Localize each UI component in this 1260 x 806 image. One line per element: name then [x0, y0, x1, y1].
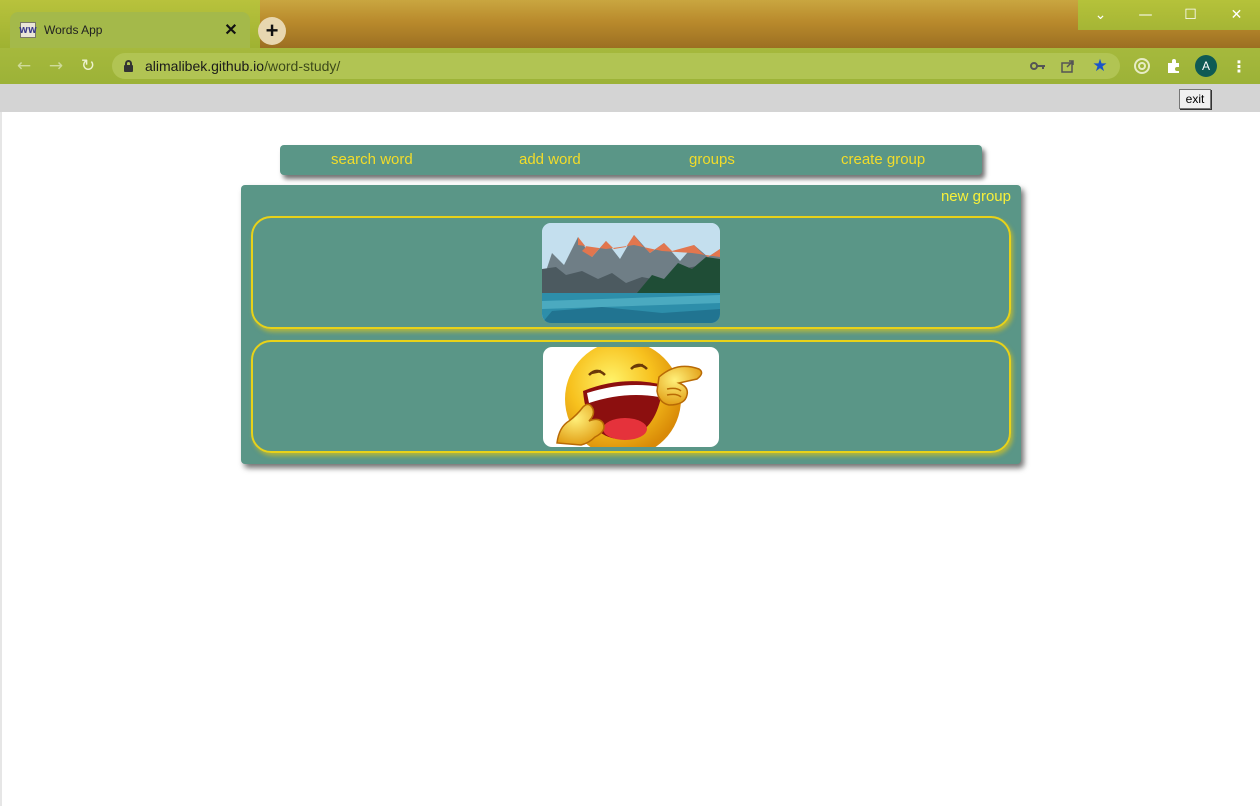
tab-title: Words App [44, 23, 103, 37]
group-card[interactable] [251, 340, 1011, 453]
tab-close-icon[interactable]: ✕ [222, 20, 240, 40]
nav-search-word[interactable]: search word [331, 151, 413, 168]
browser-toolbar: ← → ↻ alimalibek.github.io/word-study/ ★… [0, 48, 1260, 84]
url-host: alimalibek.github.io [145, 58, 265, 74]
url-path: /word-study/ [264, 58, 341, 74]
maximize-button[interactable]: ☐ [1168, 0, 1213, 30]
bookmark-star-icon[interactable]: ★ [1090, 56, 1110, 76]
group-card[interactable] [251, 216, 1011, 329]
address-bar[interactable]: alimalibek.github.io/word-study/ ★ [112, 53, 1120, 79]
close-window-button[interactable]: ✕ [1214, 0, 1259, 30]
nav-create-group[interactable]: create group [841, 151, 925, 168]
minimize-button[interactable]: — [1123, 0, 1168, 30]
browser-tab[interactable]: WW Words App ✕ [10, 12, 250, 48]
share-icon[interactable] [1058, 56, 1078, 76]
forward-arrow-icon[interactable]: → [44, 54, 68, 78]
exit-button[interactable]: exit [1179, 89, 1211, 109]
page-header-strip [0, 84, 1260, 112]
profile-avatar[interactable]: A [1195, 55, 1217, 77]
groups-panel: new group [241, 185, 1021, 464]
main-nav: search word add word groups create group [280, 145, 982, 175]
reload-icon[interactable]: ↻ [76, 54, 100, 78]
key-icon[interactable] [1028, 56, 1048, 76]
nav-add-word[interactable]: add word [519, 151, 581, 168]
nav-groups[interactable]: groups [689, 151, 735, 168]
extension-icon[interactable] [1132, 56, 1152, 76]
browser-titlebar: WW Words App ✕ + ⌄ — ☐ ✕ [0, 0, 1260, 48]
lock-icon [124, 59, 133, 72]
new-tab-button[interactable]: + [258, 17, 286, 45]
favicon-icon: WW [19, 22, 37, 38]
new-group-link[interactable]: new group [941, 188, 1011, 205]
tab-search-chevron-icon[interactable]: ⌄ [1078, 0, 1123, 30]
back-arrow-icon[interactable]: ← [12, 54, 36, 78]
menu-dots-icon[interactable]: ⋮ [1229, 56, 1249, 76]
left-edge-divider [0, 112, 2, 806]
puzzle-icon[interactable] [1164, 56, 1184, 76]
laughing-emoji-image [543, 347, 719, 447]
mountain-lake-image [542, 223, 720, 323]
